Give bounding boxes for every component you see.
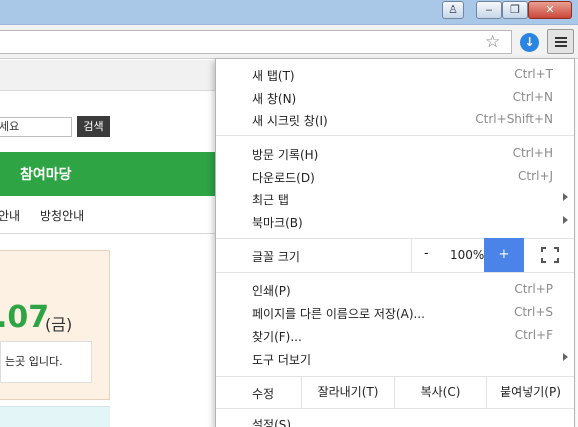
- paste-button[interactable]: 붙여넣기(P): [486, 376, 574, 408]
- fullscreen-corner: [554, 258, 559, 263]
- cut-button[interactable]: 잘라내기(T): [301, 376, 394, 408]
- fullscreen-icon[interactable]: [541, 247, 559, 263]
- menu-item-label: 새 탭(T): [252, 69, 295, 83]
- submenu-arrow-icon: [563, 216, 568, 224]
- close-icon[interactable]: ✕: [528, 1, 572, 19]
- web-page: 세요 검색 참여마당 안내 방청안내 .07 (금) 는곳 입니다.: [0, 60, 216, 427]
- menu-item-shortcut: Ctrl+T: [514, 67, 553, 81]
- menu-item-label: 찾기(F)...: [252, 330, 302, 344]
- menu-item-new-window[interactable]: 새 창(N) Ctrl+N: [216, 87, 574, 109]
- zoom-row: 글꼴 크기 - 100% +: [216, 238, 574, 272]
- browser-menu: 새 탭(T) Ctrl+T 새 창(N) Ctrl+N 새 시크릿 창(I) C…: [215, 58, 575, 427]
- menu-item-label: 새 시크릿 창(I): [252, 114, 328, 128]
- search-input[interactable]: 세요: [0, 117, 72, 137]
- fullscreen-corner: [541, 258, 546, 263]
- menu-item-label: 도구 더보기: [252, 353, 312, 367]
- user-icon[interactable]: ♙: [442, 1, 464, 19]
- date-number: .07: [0, 300, 50, 335]
- nav-link[interactable]: 안내: [0, 207, 20, 224]
- zoom-in-button[interactable]: +: [484, 238, 524, 272]
- info-panel: .07 (금) 는곳 입니다.: [0, 250, 110, 400]
- menu-item-label: 페이지를 다른 이름으로 저장(A)...: [252, 307, 425, 321]
- submenu-arrow-icon: [563, 193, 568, 201]
- menu-item-more-tools[interactable]: 도구 더보기: [216, 348, 574, 370]
- search-button[interactable]: 검색: [77, 116, 110, 137]
- bottom-panel: [0, 406, 110, 427]
- menu-item-settings[interactable]: 설정(S): [252, 416, 291, 427]
- menu-item-history[interactable]: 방문 기록(H) Ctrl+H: [216, 143, 574, 165]
- menu-item-shortcut: Ctrl+H: [512, 146, 553, 160]
- zoom-out-button[interactable]: -: [424, 246, 429, 261]
- menu-item-downloads[interactable]: 다운로드(D) Ctrl+J: [216, 166, 574, 188]
- download-icon[interactable]: ↓: [520, 33, 539, 52]
- zoom-label: 글꼴 크기: [252, 250, 300, 264]
- zoom-level: 100%: [450, 248, 485, 262]
- menu-item-label: 북마크(B): [252, 216, 303, 230]
- nav-link[interactable]: 방청안내: [40, 207, 84, 224]
- fullscreen-corner: [554, 247, 559, 252]
- menu-item-incognito[interactable]: 새 시크릿 창(I) Ctrl+Shift+N: [216, 109, 574, 131]
- menu-item-label: 인쇄(P): [252, 284, 291, 298]
- menu-item-new-tab[interactable]: 새 탭(T) Ctrl+T: [216, 64, 574, 86]
- section-title[interactable]: 참여마당: [20, 164, 72, 184]
- zoom-controls: - 100% +: [411, 238, 574, 272]
- menu-separator: [216, 408, 574, 409]
- maximize-icon[interactable]: ❐: [502, 1, 528, 19]
- page-top-strip: [0, 60, 216, 91]
- hamburger-line: [555, 41, 567, 43]
- browser-toolbar: ☆ ↓: [0, 25, 578, 59]
- star-bookmark-icon[interactable]: ☆: [485, 32, 500, 52]
- minimize-icon[interactable]: ‒: [476, 1, 502, 19]
- fullscreen-corner: [541, 247, 546, 252]
- menu-item-shortcut: Ctrl+Shift+N: [475, 112, 553, 126]
- divider: [0, 233, 216, 234]
- menu-item-bookmarks[interactable]: 북마크(B): [216, 211, 574, 233]
- menu-item-recent-tabs[interactable]: 최근 탭: [216, 188, 574, 210]
- menu-item-label: 최근 탭: [252, 193, 289, 207]
- menu-item-shortcut: Ctrl+N: [512, 90, 553, 104]
- date-day: (금): [45, 315, 73, 334]
- menu-item-find[interactable]: 찾기(F)... Ctrl+F: [216, 325, 574, 347]
- menu-item-label: 방문 기록(H): [252, 148, 319, 162]
- hamburger-line: [555, 37, 567, 39]
- menu-separator: [216, 135, 574, 136]
- menu-hamburger-icon[interactable]: [547, 29, 574, 54]
- edit-row: 수정 잘라내기(T) 복사(C) 붙여넣기(P): [216, 376, 574, 408]
- section-banner: 참여마당: [0, 152, 216, 196]
- edit-label: 수정: [252, 387, 275, 401]
- copy-button[interactable]: 복사(C): [394, 376, 486, 408]
- menu-item-save-page[interactable]: 페이지를 다른 이름으로 저장(A)... Ctrl+S: [216, 302, 574, 324]
- menu-item-print[interactable]: 인쇄(P) Ctrl+P: [216, 279, 574, 301]
- info-message: 는곳 입니다.: [0, 341, 92, 383]
- address-bar[interactable]: ☆: [0, 30, 512, 54]
- menu-item-label: 다운로드(D): [252, 171, 315, 185]
- menu-separator: [216, 272, 574, 273]
- menu-item-shortcut: Ctrl+F: [514, 328, 553, 342]
- menu-item-shortcut: Ctrl+J: [518, 169, 553, 183]
- window-titlebar: ♙ ‒ ❐ ✕: [0, 0, 578, 25]
- hamburger-line: [555, 45, 567, 47]
- submenu-arrow-icon: [563, 353, 568, 361]
- menu-item-shortcut: Ctrl+S: [513, 305, 553, 319]
- menu-item-label: 새 창(N): [252, 92, 297, 106]
- menu-item-shortcut: Ctrl+P: [514, 282, 553, 296]
